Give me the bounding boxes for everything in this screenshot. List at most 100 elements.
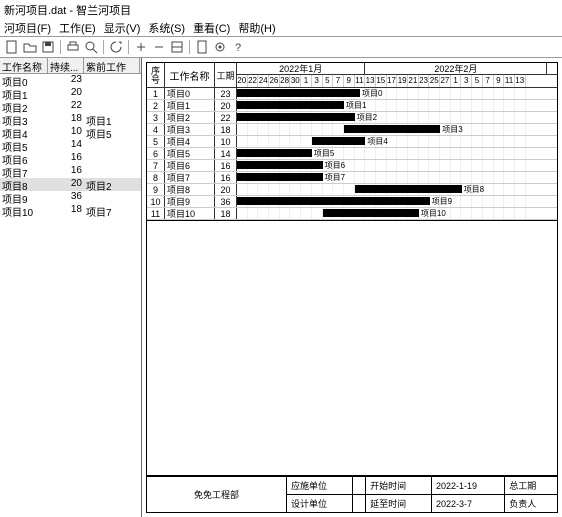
footer-cell: 负责人 bbox=[505, 495, 558, 513]
menu-system[interactable]: 系统(S) bbox=[148, 20, 185, 34]
gantt-row[interactable]: 3项目222项目2 bbox=[147, 112, 557, 124]
gantt-bar[interactable] bbox=[237, 89, 360, 97]
task-row[interactable]: 项目716 bbox=[0, 165, 141, 178]
gantt-bar-label: 项目9 bbox=[432, 196, 452, 208]
gantt-row[interactable]: 10项目936项目9 bbox=[147, 196, 557, 208]
task-row[interactable]: 项目410项目5 bbox=[0, 126, 141, 139]
task-row[interactable]: 项目936 bbox=[0, 191, 141, 204]
gantt-bar[interactable] bbox=[344, 125, 440, 133]
row-duration: 23 bbox=[215, 88, 237, 99]
help-icon[interactable]: ? bbox=[230, 39, 246, 55]
row-name: 项目5 bbox=[165, 148, 215, 159]
row-index: 2 bbox=[147, 100, 165, 111]
day-header: 23 bbox=[419, 75, 430, 87]
row-calendar: 项目5 bbox=[237, 148, 557, 159]
row-index: 4 bbox=[147, 124, 165, 135]
footer-cell: 延至时间 bbox=[366, 495, 432, 513]
task-name: 项目6 bbox=[0, 152, 48, 165]
gantt-bar-label: 项目8 bbox=[464, 184, 484, 196]
gantt-row[interactable]: 5项目410项目4 bbox=[147, 136, 557, 148]
row-calendar: 项目6 bbox=[237, 160, 557, 171]
row-calendar: 项目8 bbox=[237, 184, 557, 195]
menu-redraw[interactable]: 重看(C) bbox=[193, 20, 230, 34]
row-duration: 18 bbox=[215, 124, 237, 135]
gantt-bar[interactable] bbox=[312, 137, 366, 145]
zoom-in-icon[interactable] bbox=[133, 39, 149, 55]
fit-icon[interactable] bbox=[169, 39, 185, 55]
new-icon[interactable] bbox=[4, 39, 20, 55]
col-predecessor[interactable]: 紫前工作 bbox=[84, 58, 140, 73]
row-name: 项目7 bbox=[165, 172, 215, 183]
menu-file[interactable]: 河项目(F) bbox=[4, 20, 51, 34]
footer-cell: 开始时间 bbox=[366, 477, 432, 495]
day-header: 13 bbox=[515, 75, 526, 87]
gantt-bar[interactable] bbox=[237, 149, 312, 157]
task-row[interactable]: 项目023 bbox=[0, 74, 141, 87]
gantt-bar[interactable] bbox=[237, 161, 323, 169]
gantt-bar[interactable] bbox=[323, 209, 419, 217]
row-calendar: 项目10 bbox=[237, 208, 557, 219]
gantt-bar[interactable] bbox=[237, 113, 355, 121]
row-name: 项目0 bbox=[165, 88, 215, 99]
day-header: 19 bbox=[397, 75, 408, 87]
menu-view[interactable]: 显示(V) bbox=[104, 20, 141, 34]
print-icon[interactable] bbox=[65, 39, 81, 55]
row-calendar: 项目2 bbox=[237, 112, 557, 123]
task-row[interactable]: 项目1018项目7 bbox=[0, 204, 141, 217]
task-row[interactable]: 项目514 bbox=[0, 139, 141, 152]
footer-cell bbox=[352, 495, 365, 513]
task-predecessor bbox=[84, 165, 140, 178]
task-duration: 16 bbox=[48, 165, 84, 178]
row-name: 项目8 bbox=[165, 184, 215, 195]
task-predecessor bbox=[84, 139, 140, 152]
row-duration: 10 bbox=[215, 136, 237, 147]
gantt-bar[interactable] bbox=[355, 185, 462, 193]
menu-help[interactable]: 帮助(H) bbox=[238, 20, 275, 34]
gantt-row[interactable]: 9项目820项目8 bbox=[147, 184, 557, 196]
task-row[interactable]: 项目222 bbox=[0, 100, 141, 113]
task-row[interactable]: 项目318项目1 bbox=[0, 113, 141, 126]
gantt-row[interactable]: 6项目514项目5 bbox=[147, 148, 557, 160]
task-predecessor: 项目7 bbox=[84, 204, 140, 217]
task-name: 项目10 bbox=[0, 204, 48, 217]
gantt-chart: 序号 工作名称 工期 2022年1月2022年2月 20222426283013… bbox=[146, 62, 558, 221]
menu-work[interactable]: 工作(E) bbox=[59, 20, 96, 34]
day-header: 11 bbox=[504, 75, 515, 87]
gantt-bar[interactable] bbox=[237, 173, 323, 181]
col-duration[interactable]: 持续... bbox=[48, 58, 84, 73]
refresh-icon[interactable] bbox=[108, 39, 124, 55]
gantt-row[interactable]: 1项目023项目0 bbox=[147, 88, 557, 100]
task-row[interactable]: 项目616 bbox=[0, 152, 141, 165]
gantt-bar[interactable] bbox=[237, 197, 430, 205]
task-row[interactable]: 项目820项目2 bbox=[0, 178, 141, 191]
gantt-row[interactable]: 2项目120项目1 bbox=[147, 100, 557, 112]
day-header: 11 bbox=[355, 75, 366, 87]
task-duration: 18 bbox=[48, 113, 84, 126]
row-index: 5 bbox=[147, 136, 165, 147]
preview-icon[interactable] bbox=[83, 39, 99, 55]
gantt-row[interactable]: 4项目318项目3 bbox=[147, 124, 557, 136]
settings-icon[interactable] bbox=[212, 39, 228, 55]
task-duration: 16 bbox=[48, 152, 84, 165]
day-header: 27 bbox=[440, 75, 451, 87]
task-row[interactable]: 项目120 bbox=[0, 87, 141, 100]
task-name: 项目0 bbox=[0, 74, 48, 87]
col-name[interactable]: 工作名称 bbox=[0, 58, 48, 73]
save-icon[interactable] bbox=[40, 39, 56, 55]
row-calendar: 项目7 bbox=[237, 172, 557, 183]
row-duration: 18 bbox=[215, 208, 237, 219]
gantt-empty-area bbox=[146, 221, 558, 476]
row-index: 11 bbox=[147, 208, 165, 219]
footer-cell: 2022-1-19 bbox=[431, 477, 504, 495]
footer-cell: 2022-3-7 bbox=[431, 495, 504, 513]
day-header: 13 bbox=[365, 75, 376, 87]
gantt-bar-label: 项目0 bbox=[362, 88, 382, 100]
gantt-row[interactable]: 8项目716项目7 bbox=[147, 172, 557, 184]
gantt-row[interactable]: 11项目1018项目10 bbox=[147, 208, 557, 220]
page-icon[interactable] bbox=[194, 39, 210, 55]
gantt-col-name: 工作名称 bbox=[165, 63, 215, 87]
zoom-out-icon[interactable] bbox=[151, 39, 167, 55]
open-icon[interactable] bbox=[22, 39, 38, 55]
gantt-bar[interactable] bbox=[237, 101, 344, 109]
gantt-row[interactable]: 7项目616项目6 bbox=[147, 160, 557, 172]
